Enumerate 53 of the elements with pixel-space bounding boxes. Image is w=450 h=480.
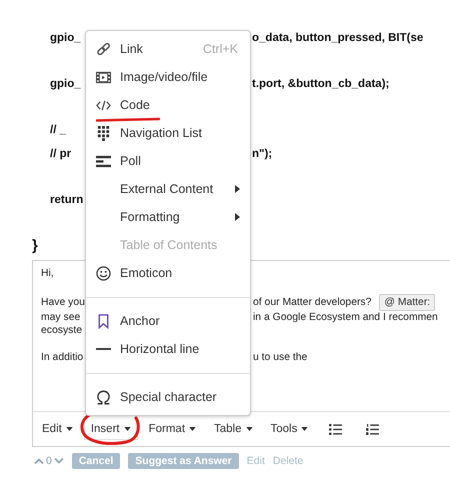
menu-item[interactable]: Horizontal line bbox=[86, 335, 250, 363]
menu-item[interactable]: Image/video/file bbox=[86, 63, 250, 91]
code-text: // pr bbox=[50, 148, 72, 160]
grid-icon bbox=[96, 126, 110, 140]
menu-item[interactable]: Poll bbox=[86, 147, 250, 175]
menu-item[interactable]: Link Ctrl+K bbox=[86, 35, 250, 63]
body-text: Have you bbox=[41, 297, 85, 308]
menu-item[interactable]: Formatting bbox=[86, 203, 250, 231]
smiley-icon bbox=[96, 266, 110, 280]
caret-icon bbox=[66, 427, 73, 431]
code-text: return bbox=[50, 194, 84, 206]
toolbar-menu-button[interactable]: Table bbox=[207, 418, 260, 440]
downvote-icon[interactable] bbox=[54, 458, 64, 464]
mention-chip[interactable]: @ Matter: bbox=[379, 294, 436, 311]
menu-item[interactable]: Code bbox=[86, 91, 250, 119]
menu-item[interactable]: Emoticon bbox=[86, 259, 250, 287]
omega-icon bbox=[96, 390, 110, 404]
menu-item[interactable]: Anchor bbox=[86, 307, 250, 335]
numbered-list-icon[interactable] bbox=[366, 424, 380, 434]
caret-icon bbox=[189, 427, 196, 431]
vote-count: 0 bbox=[46, 455, 52, 467]
menu-item[interactable]: External Content bbox=[86, 175, 250, 203]
caret-icon bbox=[246, 427, 253, 431]
poll-icon bbox=[96, 154, 110, 168]
annotation-underline bbox=[96, 117, 160, 122]
body-text: In additio bbox=[41, 352, 84, 363]
body-text: u to use the bbox=[253, 351, 308, 364]
toolbar-menu-button[interactable]: Tools bbox=[264, 418, 316, 440]
code-text: n"); bbox=[252, 147, 272, 162]
body-text: may see bbox=[41, 312, 80, 323]
code-text: } bbox=[32, 236, 38, 256]
code-text: // _ bbox=[50, 124, 66, 136]
horizontal-line-icon bbox=[96, 348, 110, 350]
body-text: ecosyste bbox=[41, 325, 82, 336]
caret-icon bbox=[301, 427, 308, 431]
caret-icon bbox=[124, 427, 131, 431]
code-text: gpio_ bbox=[50, 32, 81, 44]
body-text: in a Google Ecosystem and I recommen bbox=[253, 311, 438, 324]
menu-item[interactable]: Navigation List bbox=[86, 119, 250, 147]
toolbar-menu-button[interactable]: Format bbox=[142, 418, 204, 440]
toolbar-menu-button[interactable]: Edit bbox=[35, 418, 80, 440]
link-icon bbox=[96, 42, 110, 56]
code-text: gpio_ bbox=[50, 78, 81, 90]
bookmark-icon bbox=[96, 314, 110, 328]
code-text: o_data, button_pressed, BIT(se bbox=[252, 31, 424, 46]
upvote-icon[interactable] bbox=[34, 458, 44, 464]
menu-item[interactable]: Special character bbox=[86, 383, 250, 411]
shortcut-text: Ctrl+K bbox=[202, 42, 238, 56]
body-text: of our Matter developers? bbox=[253, 296, 372, 309]
code-text: t.port, &button_cb_data); bbox=[252, 77, 390, 92]
film-icon bbox=[96, 70, 110, 84]
body-text: Hi, bbox=[41, 268, 54, 279]
bullet-list-icon[interactable] bbox=[329, 424, 342, 434]
